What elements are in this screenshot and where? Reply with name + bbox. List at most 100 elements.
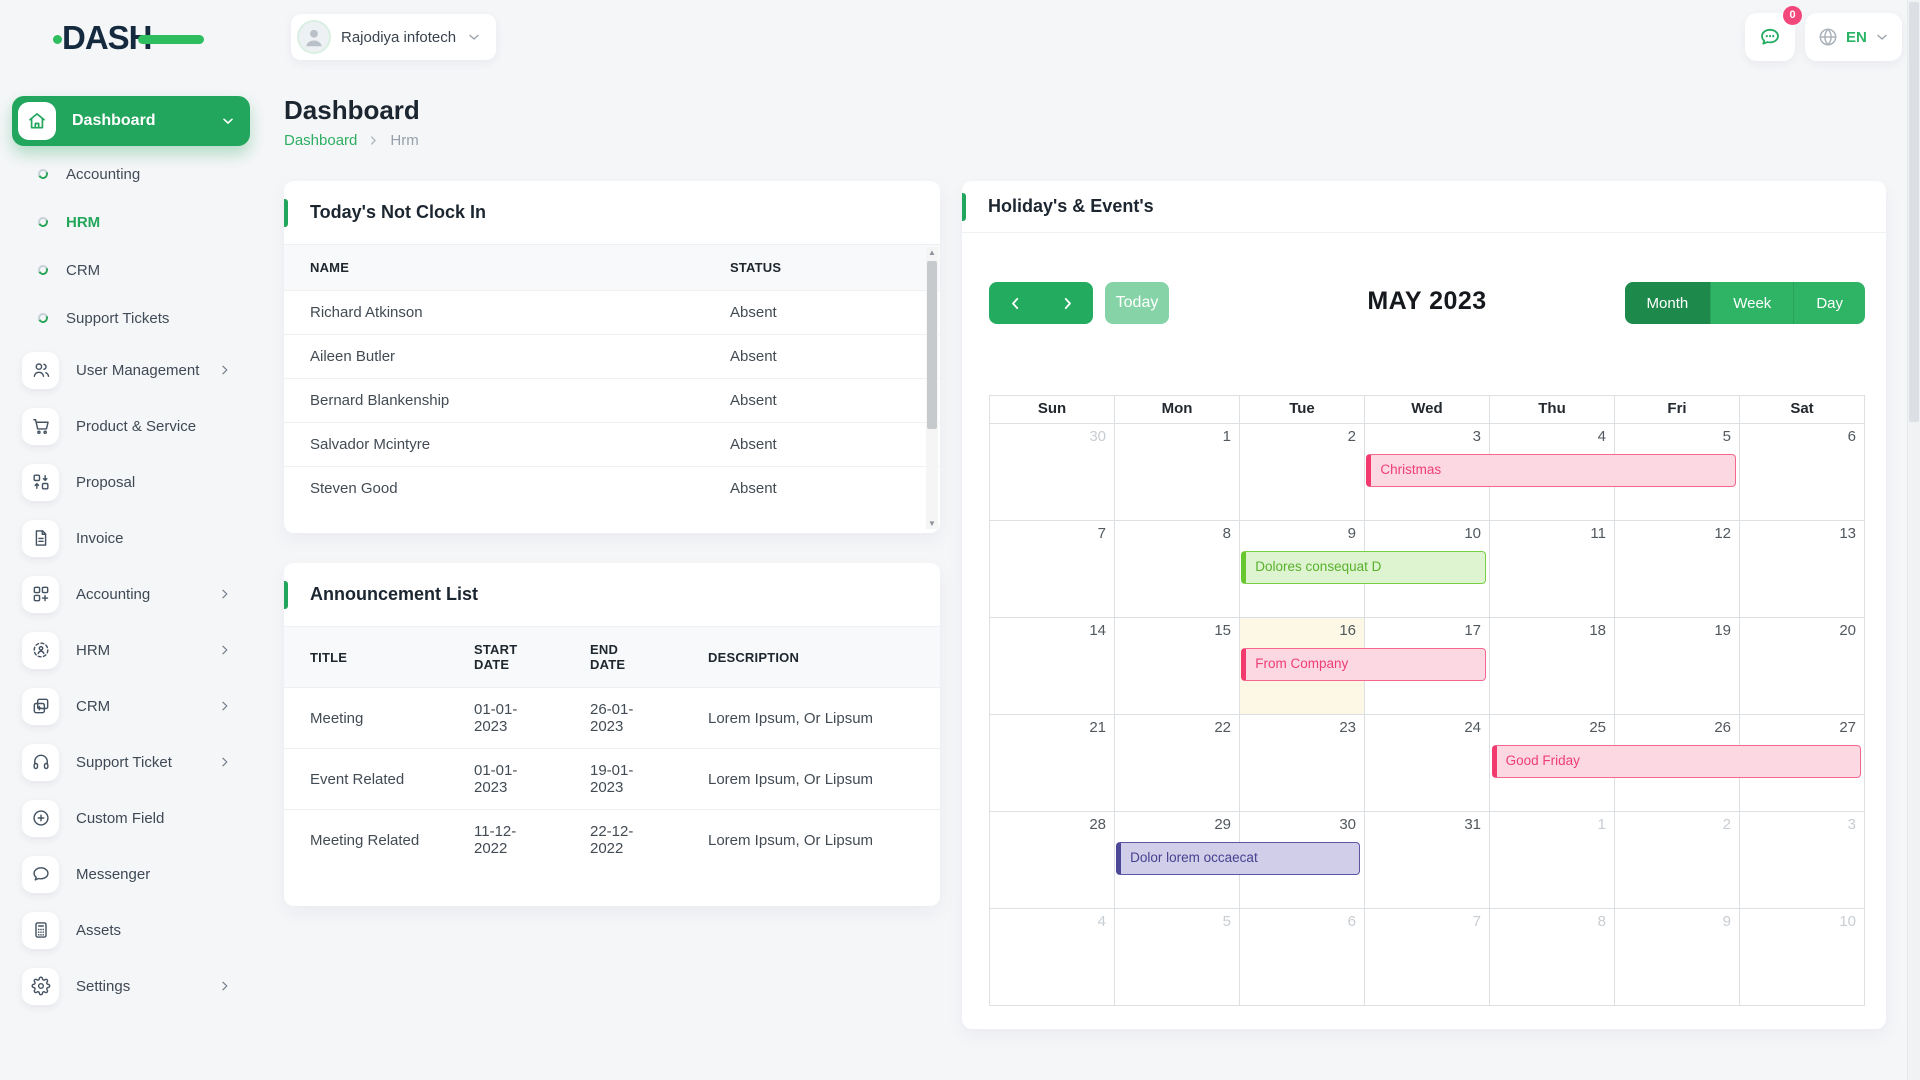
not-clockin-table: NAMESTATUS Richard AtkinsonAbsentAileen … [284, 245, 940, 510]
day-cell[interactable]: 8 [1490, 909, 1615, 1006]
sidebar-item-dashboard[interactable]: Dashboard [12, 96, 250, 146]
day-cell[interactable]: 21 [990, 715, 1115, 812]
day-cell[interactable]: 28 [990, 812, 1115, 909]
bullet-icon [37, 168, 50, 181]
view-button-day[interactable]: Day [1793, 282, 1865, 324]
day-cell[interactable]: 4 [990, 909, 1115, 1006]
sidebar-item-label: Product & Service [76, 418, 262, 435]
card-title: Announcement List [310, 584, 478, 605]
plus-circle-icon [22, 800, 59, 837]
messages-button[interactable]: 0 [1745, 13, 1795, 61]
sidebar-subitem-accounting[interactable]: Accounting [0, 150, 262, 198]
day-cell[interactable]: 31 [1365, 812, 1490, 909]
sidebar-subitem-support-tickets[interactable]: Support Tickets [0, 294, 262, 342]
sidebar-item-hrm[interactable]: HRM [0, 622, 262, 678]
invoice-icon [22, 520, 59, 557]
calendar-event-christmas[interactable]: Christmas [1366, 454, 1735, 487]
sidebar-item-assets[interactable]: Assets [0, 902, 262, 958]
company-selector[interactable]: Rajodiya infotech [291, 14, 496, 60]
day-cell[interactable]: 11 [1490, 521, 1615, 618]
scroll-up-icon[interactable]: ▲ [926, 248, 938, 257]
table-cell: Aileen Butler [284, 335, 704, 379]
sidebar-item-crm[interactable]: CRM [0, 678, 262, 734]
sidebar-item-label: Assets [76, 922, 262, 939]
day-cell[interactable]: 5 [1115, 909, 1240, 1006]
sidebar-subitem-crm[interactable]: CRM [0, 246, 262, 294]
sidebar-item-invoice[interactable]: Invoice [0, 510, 262, 566]
day-cell[interactable]: 1 [1490, 812, 1615, 909]
day-cell[interactable]: 23 [1240, 715, 1365, 812]
day-cell[interactable]: 6 [1240, 909, 1365, 1006]
sidebar-item-label: Proposal [76, 474, 262, 491]
calendar-event-dolores-consequat-d[interactable]: Dolores consequat D [1241, 551, 1485, 584]
logo-bar [138, 35, 204, 44]
day-cell[interactable]: 10 [1740, 909, 1865, 1006]
sidebar-item-proposal[interactable]: Proposal [0, 454, 262, 510]
day-cell[interactable]: 13 [1740, 521, 1865, 618]
sidebar-item-messenger[interactable]: Messenger [0, 846, 262, 902]
day-cell[interactable]: 14 [990, 618, 1115, 715]
person-icon [301, 24, 327, 50]
sidebar-item-label: Support Ticket [76, 754, 218, 771]
chevron-down-icon [1874, 29, 1890, 45]
table-cell: 01-01-2023 [448, 749, 564, 810]
day-cell[interactable]: 22 [1115, 715, 1240, 812]
day-cell[interactable]: 8 [1115, 521, 1240, 618]
sidebar-subitem-hrm[interactable]: HRM [0, 198, 262, 246]
subitem-label: HRM [66, 214, 100, 231]
day-cell[interactable]: 6 [1740, 424, 1865, 521]
sidebar-item-label: Messenger [76, 866, 262, 883]
day-cell[interactable]: 24 [1365, 715, 1490, 812]
crm-icon [22, 688, 59, 725]
weekday-header: Thu [1490, 396, 1615, 424]
view-button-month[interactable]: Month [1625, 282, 1711, 324]
column-header: STATUS [704, 245, 940, 291]
view-switcher: MonthWeekDay [1625, 282, 1865, 324]
table-cell: Meeting Related [284, 810, 448, 871]
calendar-event-from-company[interactable]: From Company [1241, 648, 1485, 681]
sidebar-item-accounting[interactable]: Accounting [0, 566, 262, 622]
day-cell[interactable]: 2 [1240, 424, 1365, 521]
weekday-header: Wed [1365, 396, 1490, 424]
chevron-right-icon [367, 134, 380, 147]
sidebar-item-product-service[interactable]: Product & Service [0, 398, 262, 454]
calendar: Today MAY 2023 MonthWeekDay SunMonTueWed… [989, 233, 1865, 1006]
sidebar-item-user-management[interactable]: User Management [0, 342, 262, 398]
day-cell[interactable]: 2 [1615, 812, 1740, 909]
page-scrollbar-thumb[interactable] [1909, 2, 1919, 422]
breadcrumb-home-link[interactable]: Dashboard [284, 132, 357, 149]
chat-icon [22, 856, 59, 893]
sidebar-item-settings[interactable]: Settings [0, 958, 262, 1014]
day-cell[interactable]: 20 [1740, 618, 1865, 715]
day-cell[interactable]: 15 [1115, 618, 1240, 715]
chevron-down-icon [466, 29, 482, 45]
day-cell[interactable]: 18 [1490, 618, 1615, 715]
company-name: Rajodiya infotech [341, 29, 456, 46]
page-scrollbar[interactable] [1907, 0, 1920, 1080]
sidebar-items: User Management Product & Service Proposal… [0, 342, 262, 1014]
page-title: Dashboard [284, 95, 420, 126]
day-cell[interactable]: 9 [1615, 909, 1740, 1006]
calendar-event-good-friday[interactable]: Good Friday [1492, 745, 1861, 778]
day-cell[interactable]: 1 [1115, 424, 1240, 521]
view-button-week[interactable]: Week [1710, 282, 1793, 324]
bullet-icon [37, 216, 50, 229]
day-cell[interactable]: 7 [1365, 909, 1490, 1006]
day-cell[interactable]: 19 [1615, 618, 1740, 715]
card-header: Today's Not Clock In [284, 181, 940, 245]
sidebar-item-label: Settings [76, 978, 218, 995]
sidebar-item-custom-field[interactable]: Custom Field [0, 790, 262, 846]
day-cell[interactable]: 12 [1615, 521, 1740, 618]
scrollbar-thumb[interactable] [927, 261, 937, 429]
weekday-header: Sat [1740, 396, 1865, 424]
language-selector[interactable]: EN [1805, 13, 1902, 61]
day-cell[interactable]: 30 [990, 424, 1115, 521]
table-row: Aileen ButlerAbsent [284, 335, 940, 379]
table-scrollbar[interactable]: ▲ ▼ [926, 247, 938, 529]
messages-badge: 0 [1783, 6, 1802, 25]
day-cell[interactable]: 3 [1740, 812, 1865, 909]
calendar-event-dolor-lorem-occaecat[interactable]: Dolor lorem occaecat [1116, 842, 1360, 875]
sidebar-item-support-ticket[interactable]: Support Ticket [0, 734, 262, 790]
scroll-down-icon[interactable]: ▼ [926, 519, 938, 528]
day-cell[interactable]: 7 [990, 521, 1115, 618]
